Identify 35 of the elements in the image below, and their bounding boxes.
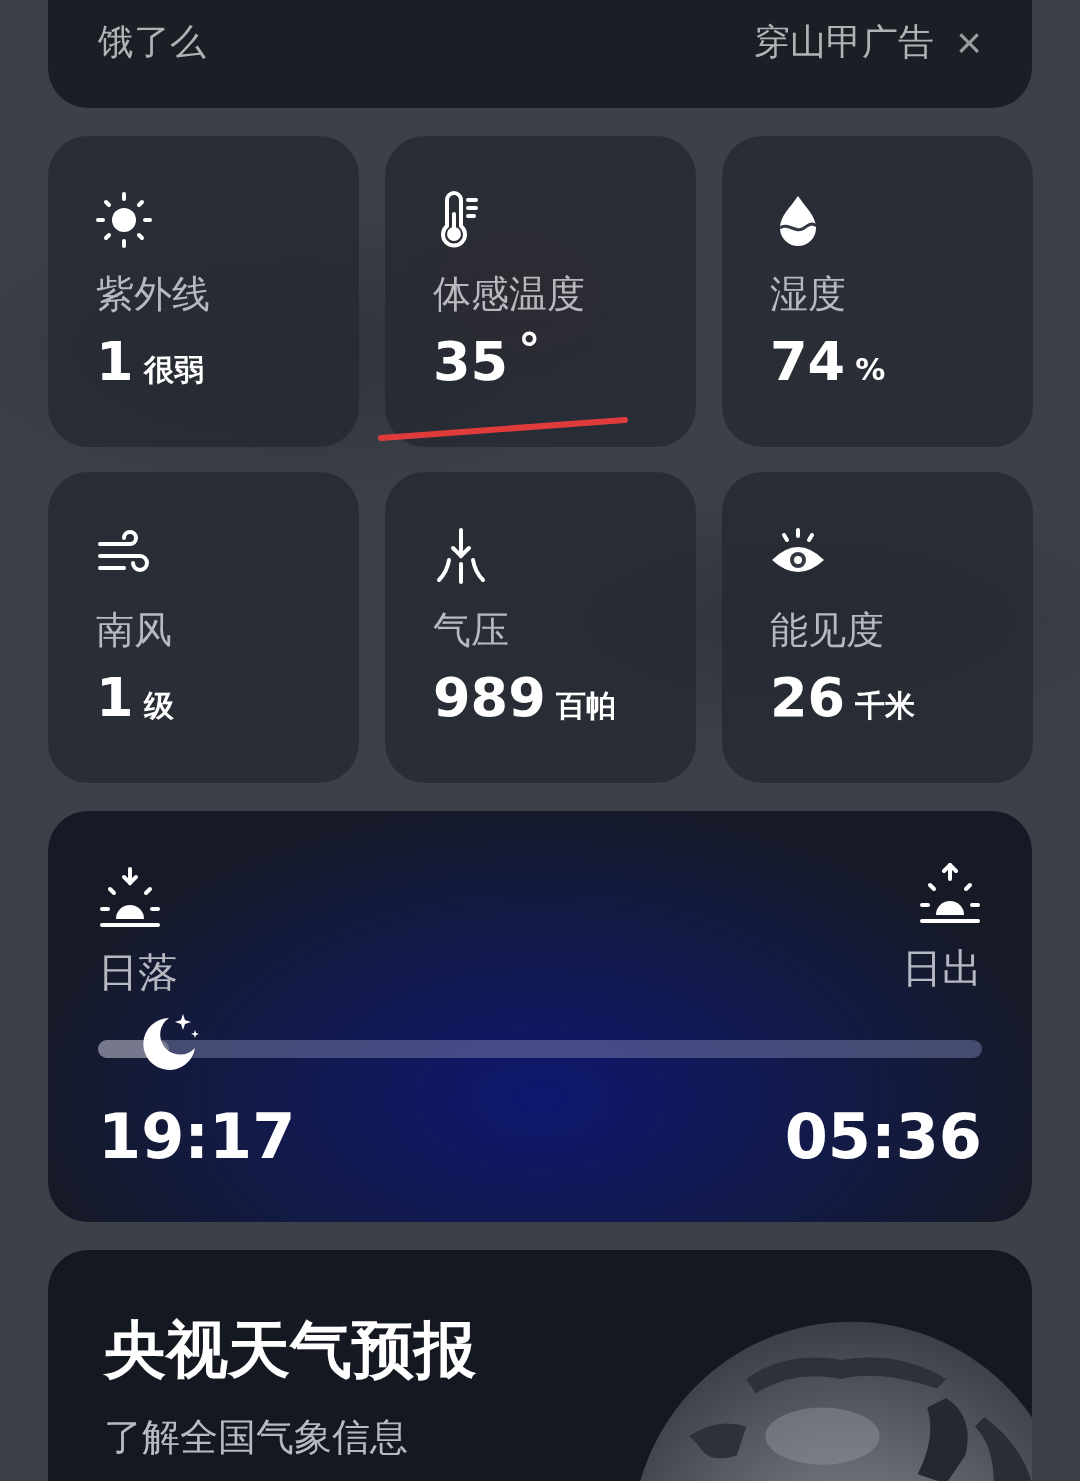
tile-unit: 百帕 [555,687,616,725]
weather-tile[interactable]: 南风 1 级 [48,472,359,783]
tile-label: 南风 [96,607,173,654]
sunrise-time: 05:36 [784,1100,982,1173]
tile-value: 26 [770,666,846,730]
tile-label: 湿度 [770,271,847,318]
tile-label: 体感温度 [433,271,586,318]
tile-unit: % [855,352,886,387]
tile-value: 1 [96,666,134,730]
weather-tile[interactable]: 气压 989 百帕 [385,472,696,783]
tile-value: 74 [770,330,846,394]
ad-title: 饿了么 [98,20,206,64]
tile-unit: 级 [143,687,174,725]
sunrise-label: 日出 [902,944,982,993]
promo-title: 央视天气预报 [104,1312,477,1388]
ad-banner[interactable]: 饿了么 穿山甲广告 × [48,0,1032,108]
tile-unit: 千米 [855,687,916,725]
tile-label: 能见度 [770,607,885,654]
tile-value: 1 [96,330,134,394]
ad-source: 穿山甲广告 [754,20,935,64]
tile-unit: 很弱 [143,351,204,389]
close-button[interactable]: × [956,20,982,65]
tile-value: 35 [433,330,509,394]
tile-value: 989 [433,666,546,730]
tile-unit: ° [518,324,541,375]
tile-label: 紫外线 [96,271,211,318]
weather-tile[interactable]: 湿度 74 % [722,136,1033,447]
promo-card[interactable]: 央视天气预报 了解全国气象信息 [48,1250,1032,1481]
promo-subtitle: 了解全国气象信息 [104,1414,409,1461]
sunset-label: 日落 [98,948,178,997]
weather-tile[interactable]: 紫外线 1 很弱 [48,136,359,447]
weather-tile[interactable]: 能见度 26 千米 [722,472,1033,783]
sunset-time: 19:17 [98,1100,296,1173]
tile-label: 气压 [433,607,510,654]
sun-icon [94,190,154,250]
